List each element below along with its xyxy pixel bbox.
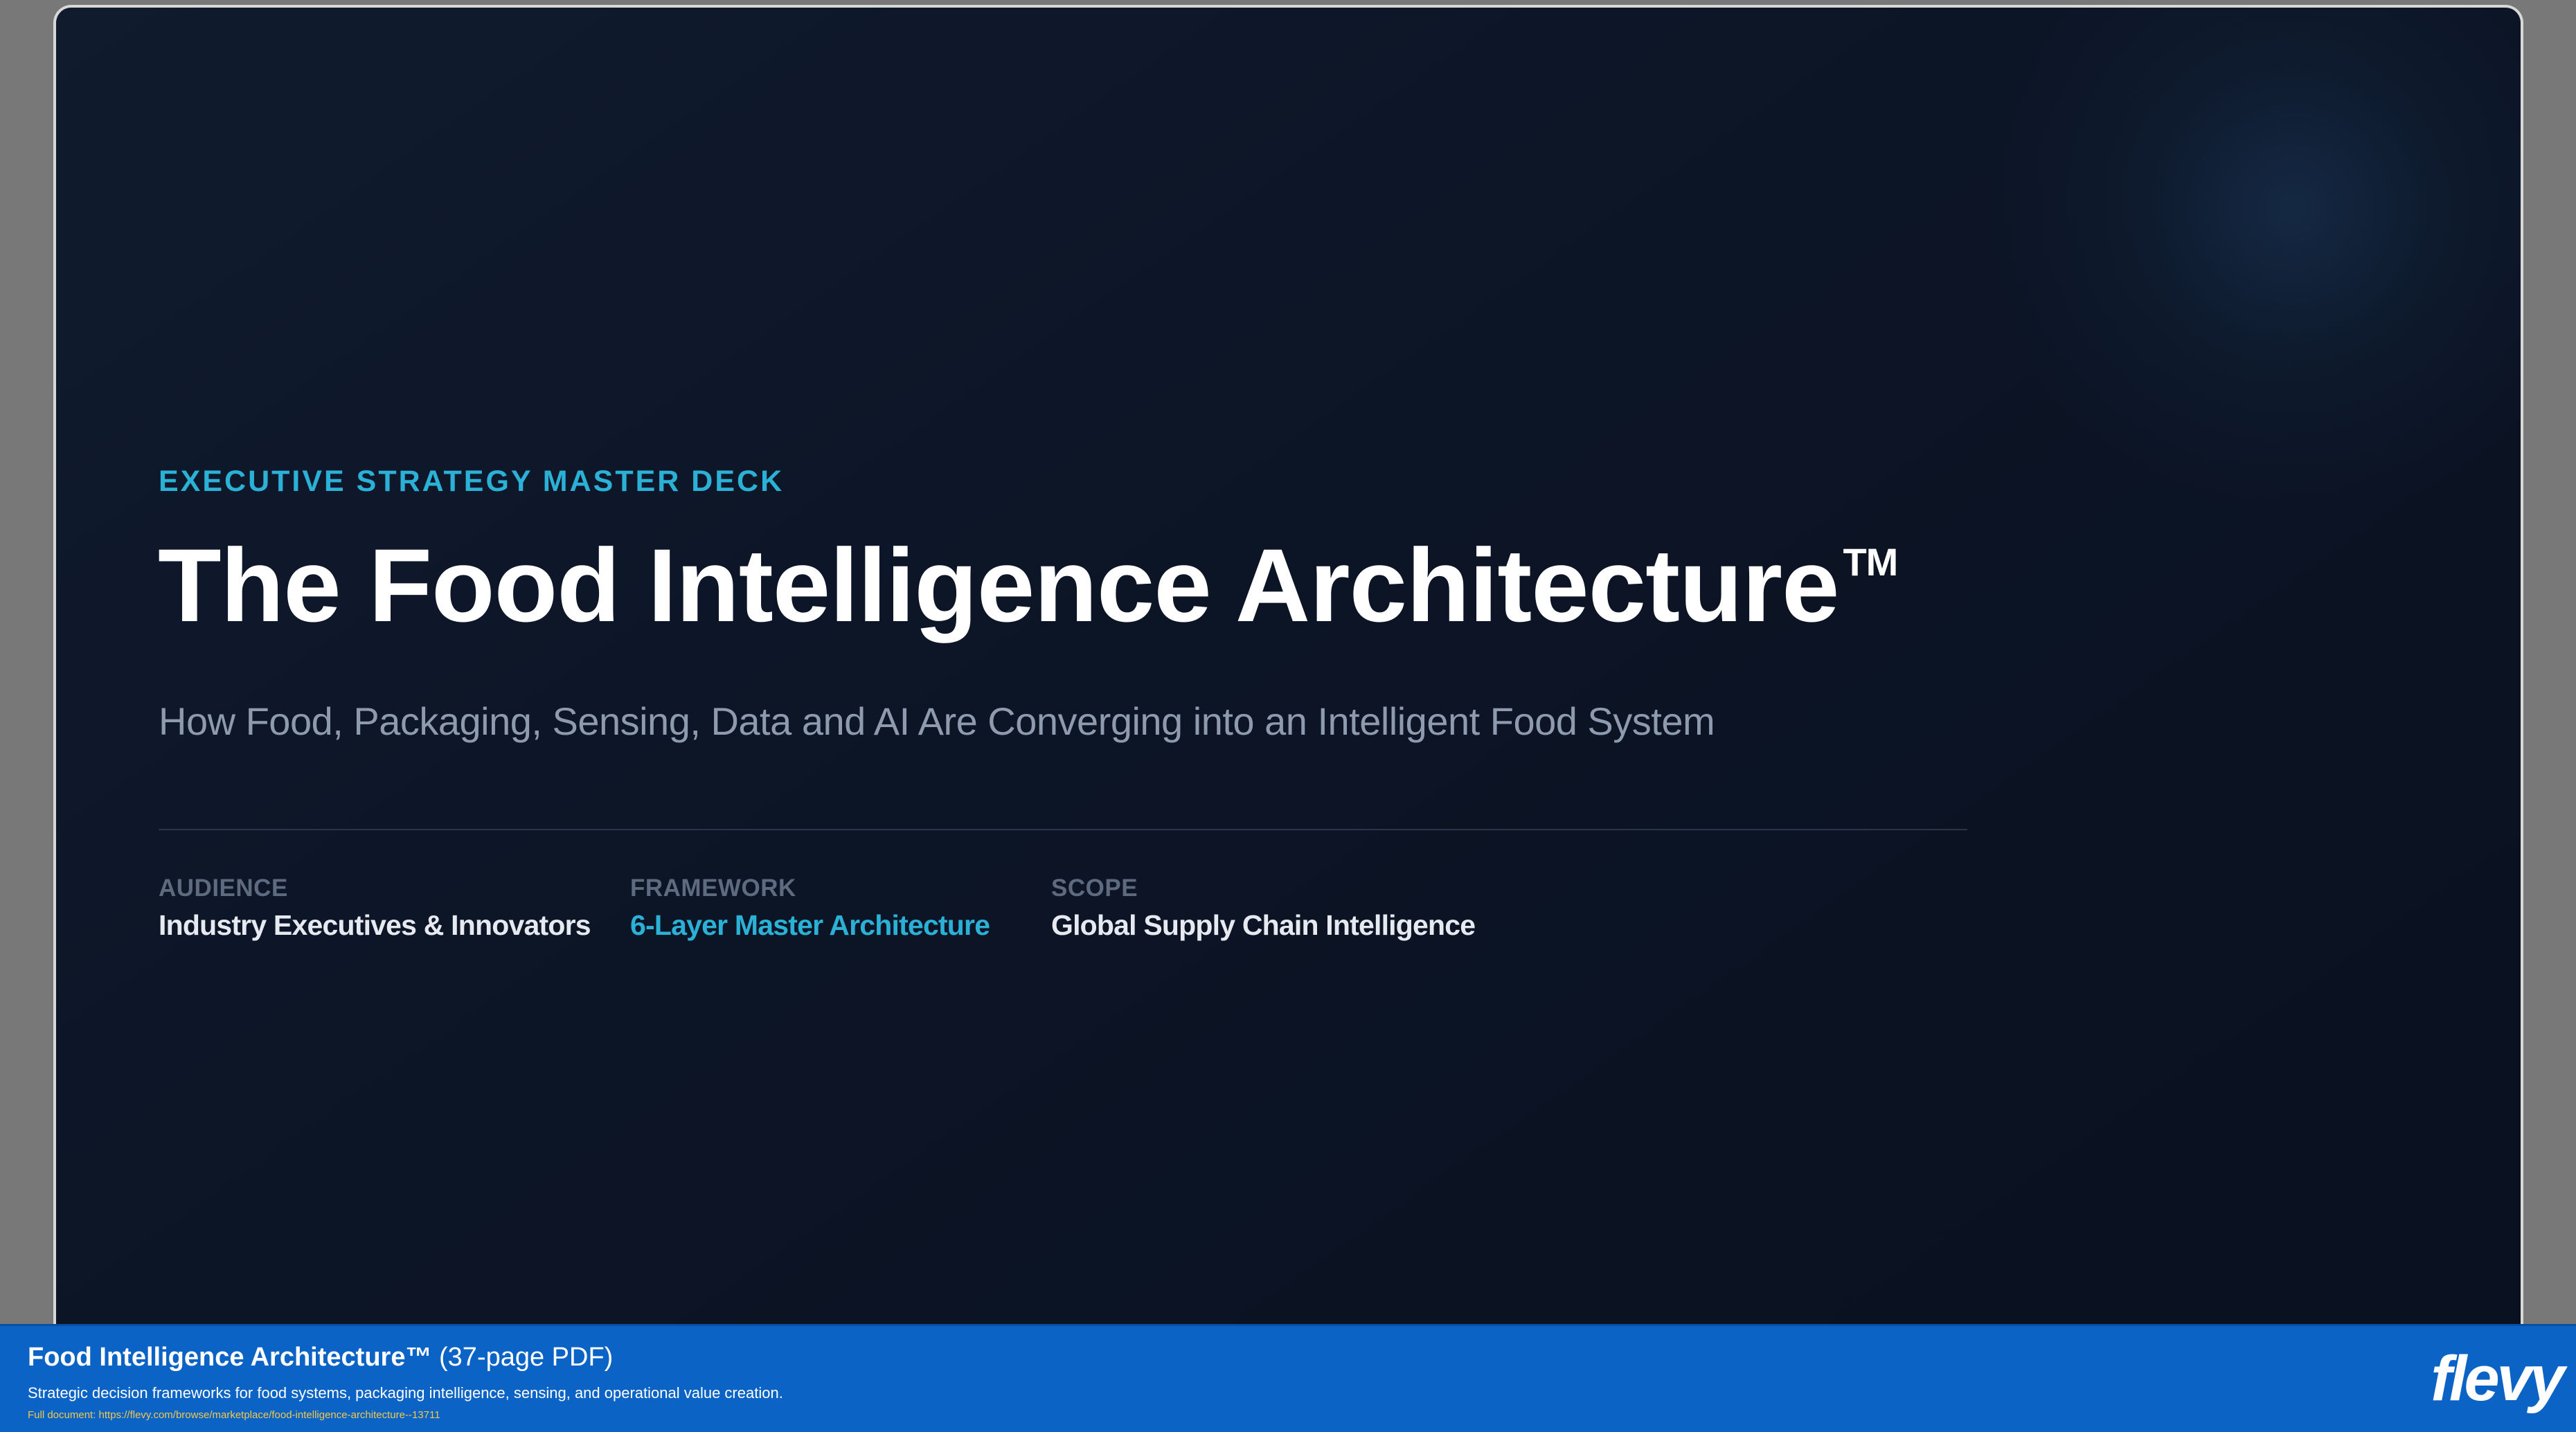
divider [159, 829, 1967, 830]
footer-description: Strategic decision frameworks for food s… [28, 1384, 783, 1402]
meta-audience: AUDIENCE Industry Executives & Innovator… [159, 875, 591, 942]
slide: EXECUTIVE STRATEGY MASTER DECK The Food … [56, 8, 2521, 1344]
meta-value: 6-Layer Master Architecture [630, 909, 990, 941]
footer-title: Food Intelligence Architecture™ (37-page… [28, 1343, 613, 1372]
slide-title: The Food Intelligence Architecture TM [158, 527, 1898, 643]
meta-framework: FRAMEWORK 6-Layer Master Architecture [630, 875, 990, 942]
page-count: (37-page PDF) [439, 1343, 614, 1372]
footer-banner: Food Intelligence Architecture™ (37-page… [0, 1324, 2576, 1432]
meta-value: Industry Executives & Innovators [159, 909, 591, 941]
meta-scope: SCOPE Global Supply Chain Intelligence [1051, 875, 1476, 942]
slide-eyebrow: EXECUTIVE STRATEGY MASTER DECK [159, 465, 785, 498]
meta-label: AUDIENCE [159, 875, 288, 902]
background-glow [1980, 8, 2521, 520]
slide-subtitle: How Food, Packaging, Sensing, Data and A… [159, 699, 1715, 743]
slide-title-text: The Food Intelligence Architecture [158, 527, 1839, 643]
trademark-mark: TM [1843, 540, 1898, 584]
meta-label: FRAMEWORK [630, 875, 796, 902]
meta-label: SCOPE [1051, 875, 1138, 902]
meta-value: Global Supply Chain Intelligence [1051, 909, 1476, 941]
document-name: Food Intelligence Architecture™ [28, 1343, 432, 1372]
flevy-logo[interactable]: flevy [2431, 1347, 2565, 1411]
document-link[interactable]: Full document: https://flevy.com/browse/… [28, 1409, 440, 1421]
